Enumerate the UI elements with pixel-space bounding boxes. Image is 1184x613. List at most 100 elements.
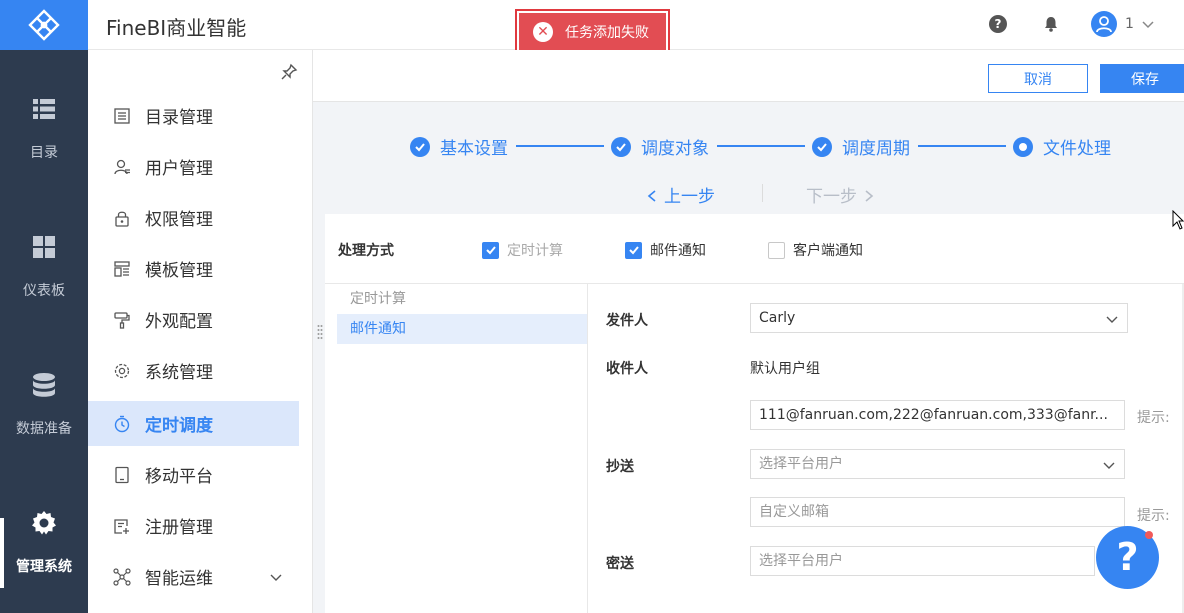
primary-nav-rail: 目录 仪表板 数据准备 管理系统 [0,50,88,613]
database-icon [33,373,55,397]
menu-item-label: 移动平台 [145,467,213,487]
checkbox-box [625,241,642,259]
next-step-link[interactable]: 下一步 [806,182,875,207]
action-bar: 取消 保存 [313,50,1184,102]
logo-icon [28,9,60,41]
checkbox-email-notify[interactable]: 邮件通知 [625,240,706,260]
sender-value: Carly [759,310,796,326]
check-icon [611,136,631,157]
menu-item-label: 注册管理 [145,518,213,538]
step-basic-settings[interactable]: 基本设置 [410,134,508,159]
sender-select[interactable]: Carly [750,303,1128,333]
gear-icon [32,511,56,535]
user-name[interactable]: 1 [1125,16,1134,32]
chevron-down-icon[interactable] [1140,16,1156,32]
current-step-icon [1013,136,1033,157]
checkbox-label: 客户端通知 [793,243,863,259]
chevron-down-icon [1103,462,1115,469]
error-toast: ✕ 任务添加失败 [515,9,670,54]
app-title: FineBI商业智能 [106,16,247,40]
cancel-button[interactable]: 取消 [988,64,1088,93]
tablet-icon [113,466,131,484]
menu-item-catalog-mgmt[interactable]: 目录管理 [88,93,299,138]
main-content: 取消 保存 基本设置 调度对象 调度周期 文件处理 上一步 下一步 处理方式 定… [313,50,1184,613]
rail-item-admin[interactable]: 管理系统 [0,510,88,576]
next-step-label: 下一步 [806,187,857,207]
checkbox-box [482,241,499,259]
menu-item-scheduling[interactable]: 定时调度 [88,401,299,446]
avatar[interactable] [1091,11,1117,37]
recipient-emails-input[interactable]: 111@fanruan.com,222@fanruan.com,333@fanr… [750,400,1125,430]
user-icon [1096,16,1112,33]
list-item-email-notify[interactable]: 邮件通知 [337,314,587,344]
recipient-label: 收件人 [606,361,648,377]
step-file-processing[interactable]: 文件处理 [1013,134,1111,159]
drag-handle-icon[interactable] [317,324,323,340]
list-item-timed-calc[interactable]: 定时计算 [337,284,587,314]
toast-message: 任务添加失败 [565,24,649,41]
network-icon [113,567,131,586]
prev-step-link[interactable]: 上一步 [646,182,715,207]
notification-dot [1145,531,1153,539]
admin-menu: 目录管理 用户管理 权限管理 模板管理 外观配置 系统管理 定时调度 移动平台 … [88,50,313,613]
menu-item-label: 外观配置 [145,312,213,332]
recipient-hint: 提示: [1137,410,1170,426]
close-circle-icon[interactable]: ✕ [533,21,553,42]
custom-email-input[interactable]: 自定义邮箱 [750,497,1125,527]
menu-item-template-mgmt[interactable]: 模板管理 [88,246,299,291]
rail-item-data-prep[interactable]: 数据准备 [0,372,88,438]
checkbox-client-notify[interactable]: 客户端通知 [768,240,863,260]
step-label: 基本设置 [440,139,508,159]
menu-item-label: 智能运维 [145,569,213,589]
checkbox-label: 邮件通知 [650,243,706,259]
step-connector [918,145,1006,147]
help-icon[interactable]: ? [989,15,1007,33]
processing-method-label: 处理方式 [338,243,394,259]
cc-label: 抄送 [606,459,634,475]
step-connector [717,145,805,147]
template-icon [113,260,131,278]
step-label: 调度周期 [842,139,910,159]
menu-item-registration[interactable]: 注册管理 [88,503,299,548]
rail-label: 目录 [30,145,58,161]
list-icon [33,99,55,119]
register-icon [113,517,131,535]
bcc-label: 密送 [606,556,634,572]
file-processing-card: 处理方式 定时计算 邮件通知 客户端通知 定时计算 邮件通知 发件人 Carly… [317,214,1184,613]
sender-label: 发件人 [606,313,648,329]
mouse-cursor-icon [1172,210,1184,230]
rail-label: 管理系统 [16,559,72,575]
menu-item-label: 系统管理 [145,363,213,383]
step-label: 文件处理 [1043,139,1111,159]
menu-item-permission-mgmt[interactable]: 权限管理 [88,195,299,240]
nav-divider [762,184,763,202]
processing-list: 定时计算 邮件通知 [337,284,588,613]
save-button[interactable]: 保存 [1100,64,1184,93]
pin-icon[interactable] [280,63,298,81]
rail-item-dashboard[interactable]: 仪表板 [0,234,88,300]
chevron-down-icon[interactable] [269,570,283,584]
cc-select[interactable]: 选择平台用户 [750,449,1125,479]
menu-item-system-mgmt[interactable]: 系统管理 [88,348,299,393]
chevron-right-icon [865,190,874,202]
chevron-left-icon [647,190,656,202]
step-schedule-period[interactable]: 调度周期 [812,134,910,159]
dashboard-icon [33,236,55,258]
menu-item-appearance[interactable]: 外观配置 [88,297,299,342]
step-schedule-object[interactable]: 调度对象 [611,134,709,159]
menu-item-label: 模板管理 [145,261,213,281]
rail-item-catalog[interactable]: 目录 [0,96,88,162]
recipient-default-group: 默认用户组 [750,361,820,377]
chevron-down-icon [1106,316,1118,323]
bcc-select[interactable]: 选择平台用户 [750,546,1095,576]
bell-icon[interactable] [1042,15,1060,33]
menu-item-user-mgmt[interactable]: 用户管理 [88,144,299,189]
lock-icon [113,209,131,227]
gear-icon [113,362,131,380]
cc-placeholder: 选择平台用户 [759,456,843,472]
menu-item-smart-ops[interactable]: 智能运维 [88,554,299,599]
check-icon [410,136,430,157]
app-logo[interactable] [0,0,88,50]
checkbox-timed-calc[interactable]: 定时计算 [482,240,563,260]
menu-item-mobile[interactable]: 移动平台 [88,452,299,497]
